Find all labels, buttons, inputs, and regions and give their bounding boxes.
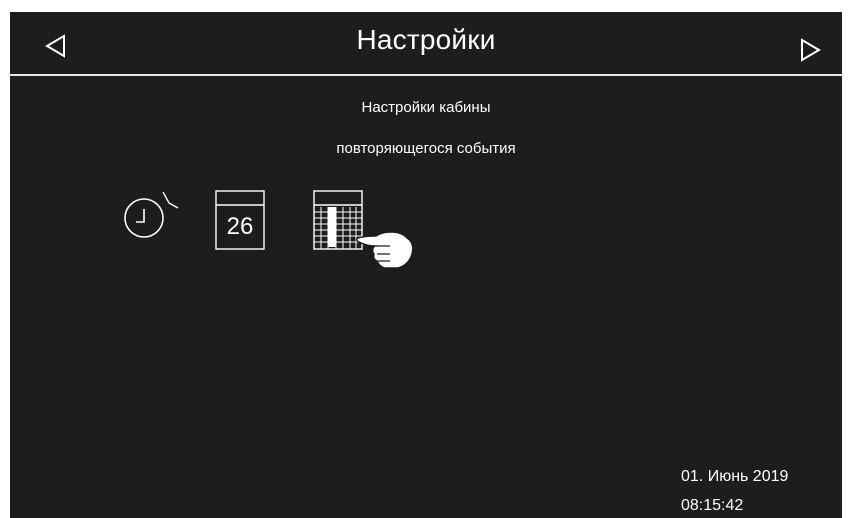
triangle-right-icon [801,38,821,62]
alarm-clock-icon [124,191,179,238]
section-heading-line1: Настройки кабины [361,99,491,116]
current-time: 08:15:42 [681,497,744,514]
calendar-day-number: 26 [226,213,254,240]
forward-button[interactable] [790,30,830,70]
settings-screen: Настройки Настройки кабины повторяющегос… [10,12,842,518]
header-bar: Настройки [10,12,842,74]
pointing-hand-icon [355,224,416,270]
header-divider [10,74,842,76]
page-title: Настройки [356,24,496,55]
section-heading-line2: повторяющегося события [336,140,516,157]
current-date: 01. Июнь 2019 [681,468,789,485]
alarm-clock-button[interactable] [120,187,182,243]
calendar-day-button[interactable]: 26 [215,190,269,252]
